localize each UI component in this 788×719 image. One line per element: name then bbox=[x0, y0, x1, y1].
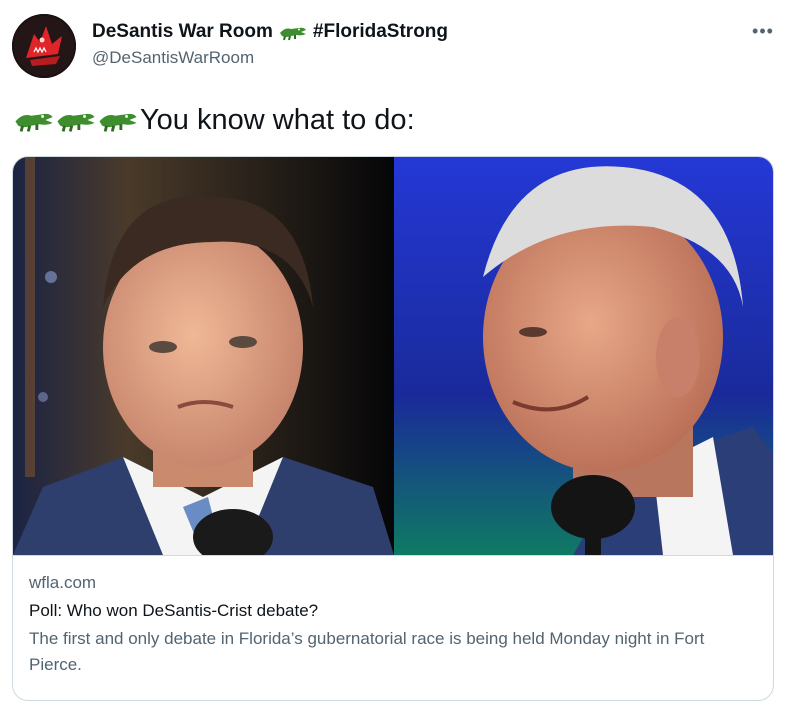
display-name-row[interactable]: DeSantis War Room #FloridaStrong bbox=[92, 20, 448, 44]
emoji-row bbox=[14, 107, 140, 133]
handle[interactable]: @DeSantisWarRoom bbox=[92, 48, 448, 68]
tweet: DeSantis War Room #FloridaStrong @DeSant… bbox=[0, 0, 788, 719]
link-card-meta[interactable]: wfla.com Poll: Who won DeSantis-Crist de… bbox=[13, 555, 773, 678]
debate-candidates-photo[interactable] bbox=[13, 157, 774, 555]
author-info: DeSantis War Room #FloridaStrong @DeSant… bbox=[92, 20, 448, 68]
display-name[interactable]: DeSantis War Room bbox=[92, 20, 273, 44]
name-hashtag[interactable]: #FloridaStrong bbox=[313, 20, 448, 44]
alligator-emoji-icon bbox=[57, 113, 95, 132]
red-alligator-head-icon bbox=[12, 14, 76, 78]
link-description: The first and only debate in Florida’s g… bbox=[29, 629, 705, 674]
avatar[interactable] bbox=[12, 14, 76, 78]
alligator-emoji-icon bbox=[15, 113, 53, 132]
alligator-emoji-icon bbox=[99, 113, 137, 132]
tweet-body-text: You know what to do: bbox=[140, 104, 415, 136]
more-icon: ••• bbox=[752, 20, 774, 41]
link-title: Poll: Who won DeSantis-Crist debate? bbox=[29, 601, 319, 620]
link-domain: wfla.com bbox=[29, 573, 97, 592]
alligator-emoji-icon bbox=[279, 27, 306, 41]
more-options-button[interactable]: ••• bbox=[750, 20, 776, 41]
tweet-text: You know what to do: bbox=[14, 102, 415, 138]
link-card[interactable]: wfla.com Poll: Who won DeSantis-Crist de… bbox=[12, 156, 774, 701]
